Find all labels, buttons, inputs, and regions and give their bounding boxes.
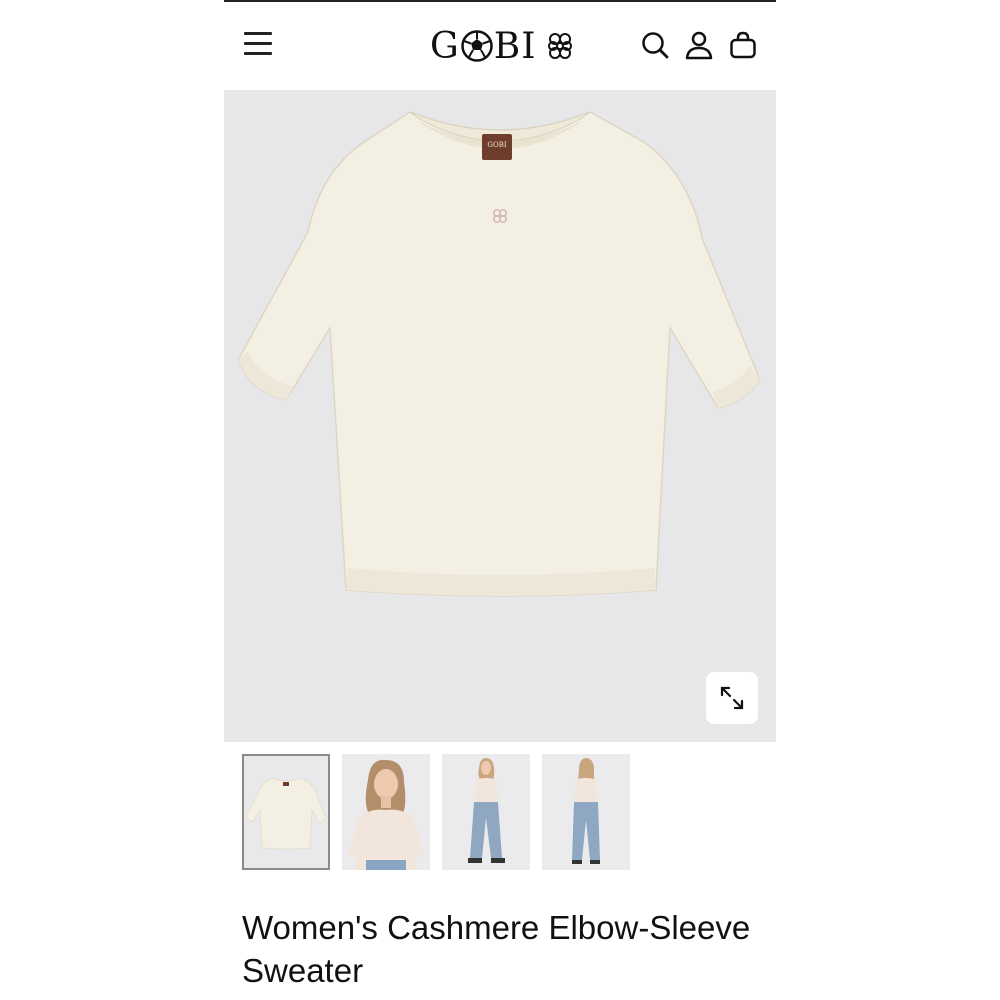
menu-icon[interactable] bbox=[244, 32, 274, 58]
clover-logo bbox=[548, 33, 573, 59]
expand-image-button[interactable] bbox=[706, 672, 758, 724]
brand-logo[interactable]: G BI bbox=[430, 24, 576, 68]
thumb-model-front-image bbox=[442, 754, 530, 870]
site-header: G BI bbox=[224, 2, 776, 90]
thumb-model-back-image bbox=[542, 754, 630, 870]
expand-icon bbox=[720, 686, 744, 710]
account-icon[interactable] bbox=[684, 30, 714, 60]
thumbnail-model-front[interactable] bbox=[442, 754, 530, 870]
product-page: G BI GOBI Women's Cashmere Elbow-Sleeve … bbox=[224, 0, 776, 1000]
search-icon[interactable] bbox=[640, 30, 670, 60]
garment-label: GOBI bbox=[487, 141, 506, 149]
thumbnail-flat-lay[interactable] bbox=[242, 754, 330, 870]
brand-wordmark: G BI bbox=[430, 25, 537, 67]
sweater-image: GOBI bbox=[237, 111, 761, 597]
thumbnail-model-back[interactable] bbox=[542, 754, 630, 870]
thumb-sweater-image bbox=[244, 756, 328, 868]
product-title: Women's Cashmere Elbow-Sleeve Sweater bbox=[242, 909, 751, 989]
thumbnail-model-closeup[interactable] bbox=[342, 754, 430, 870]
soccer-ball-logo bbox=[461, 29, 493, 62]
thumb-model-closeup-image bbox=[342, 754, 430, 870]
bag-icon[interactable] bbox=[728, 30, 758, 60]
product-hero-image[interactable]: GOBI bbox=[224, 90, 776, 742]
